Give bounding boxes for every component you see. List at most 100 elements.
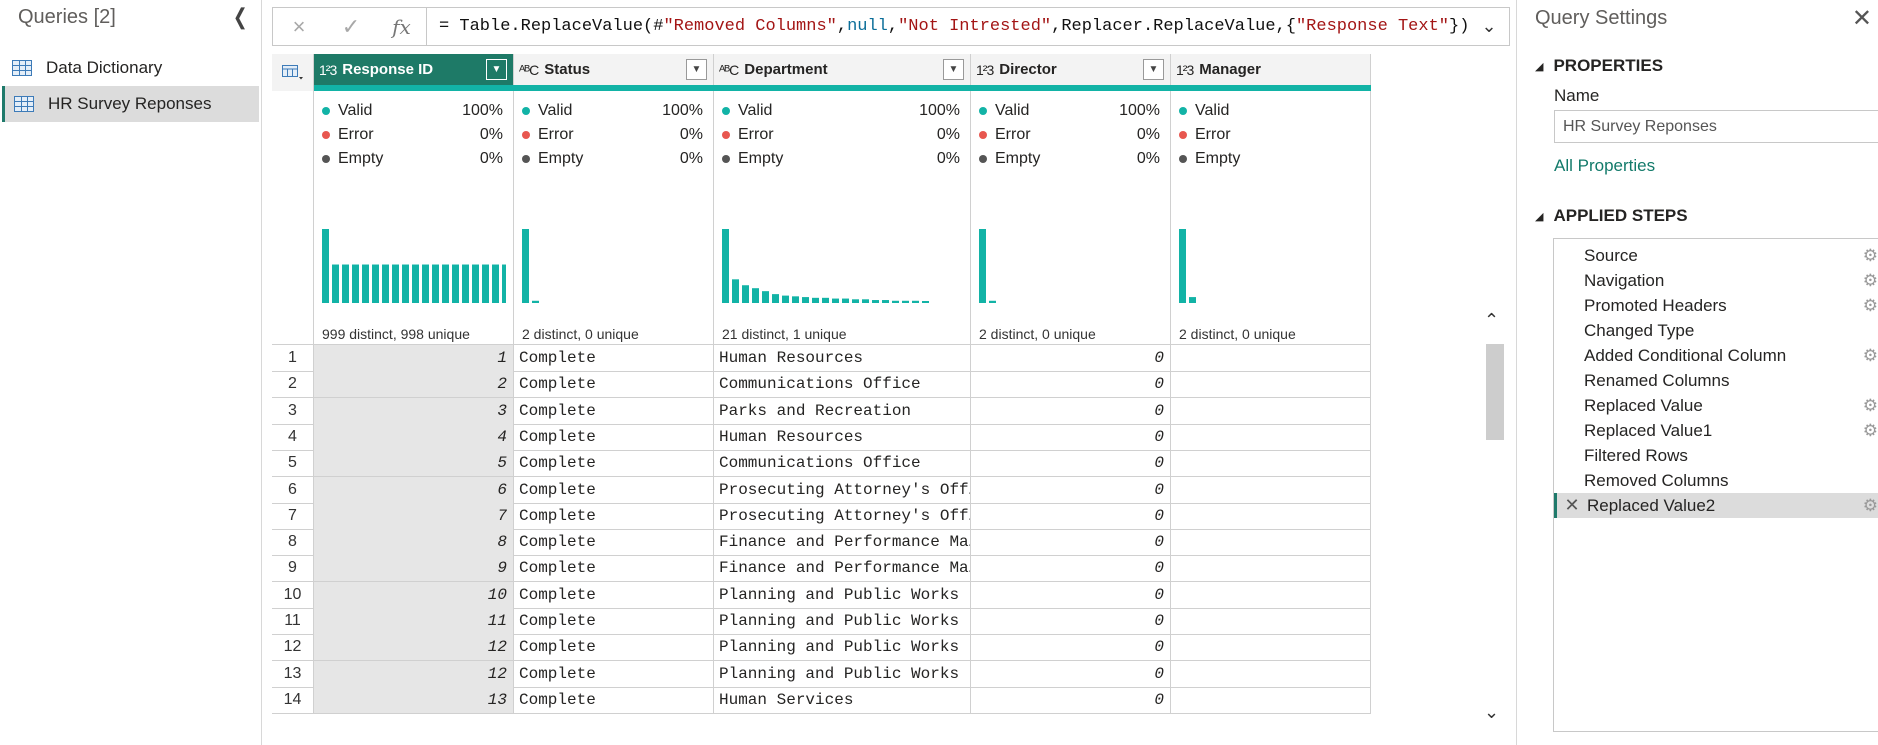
cell-response-id[interactable]: 12 [314, 634, 514, 662]
cell-department[interactable]: Prosecuting Attorney's Off… [714, 476, 971, 504]
column-type-icon[interactable]: ᴬᴮC [519, 62, 539, 78]
cell-response-id[interactable]: 10 [314, 581, 514, 609]
scroll-down-icon[interactable]: ⌄ [1484, 702, 1499, 723]
applied-step[interactable]: Removed Columns [1554, 468, 1878, 493]
cell-manager[interactable] [1171, 581, 1371, 609]
cell-status[interactable]: Complete [514, 450, 714, 478]
collapse-chevron-icon[interactable]: ❮ [232, 4, 247, 30]
gear-icon[interactable]: ⚙ [1863, 396, 1878, 416]
vertical-scrollbar[interactable]: ⌃ ⌄ [1480, 310, 1508, 724]
scroll-thumb[interactable] [1486, 344, 1504, 440]
cell-status[interactable]: Complete [514, 634, 714, 662]
cell-director[interactable]: 0 [971, 450, 1171, 478]
applied-step[interactable]: Replaced Value1 ⚙ [1554, 418, 1878, 443]
delete-step-icon[interactable]: ✕ [1557, 495, 1587, 516]
cell-response-id[interactable]: 11 [314, 608, 514, 635]
table-row[interactable]: 6 6 Complete Prosecuting Attorney's Off… 0 [272, 476, 1510, 504]
cell-status[interactable]: Complete [514, 502, 714, 530]
row-number[interactable]: 3 [272, 397, 314, 425]
cell-manager[interactable] [1171, 660, 1371, 688]
cell-department[interactable]: Human Services [714, 686, 971, 714]
cell-director[interactable]: 0 [971, 529, 1171, 557]
table-row[interactable]: 2 2 Complete Communications Office 0 [272, 371, 1510, 399]
row-number[interactable]: 1 [272, 345, 314, 372]
cell-status[interactable]: Complete [514, 660, 714, 688]
column-type-icon[interactable]: ᴬᴮC [719, 62, 739, 78]
gear-icon[interactable]: ⚙ [1863, 346, 1878, 366]
cell-director[interactable]: 0 [971, 581, 1171, 609]
cell-director[interactable]: 0 [971, 345, 1171, 372]
cell-status[interactable]: Complete [514, 529, 714, 557]
cell-department[interactable]: Communications Office [714, 371, 971, 399]
applied-step[interactable]: Promoted Headers ⚙ [1554, 293, 1878, 318]
cell-response-id[interactable]: 1 [314, 345, 514, 372]
scroll-up-icon[interactable]: ⌃ [1484, 310, 1499, 331]
cell-department[interactable]: Planning and Public Works [714, 660, 971, 688]
gear-icon[interactable]: ⚙ [1863, 296, 1878, 316]
cell-response-id[interactable]: 3 [314, 397, 514, 425]
table-row[interactable]: 11 11 Complete Planning and Public Works 0 [272, 608, 1510, 635]
cell-director[interactable]: 0 [971, 371, 1171, 399]
row-number[interactable]: 9 [272, 555, 314, 583]
cell-manager[interactable] [1171, 476, 1371, 504]
cell-response-id[interactable]: 8 [314, 529, 514, 557]
cell-department[interactable]: Planning and Public Works [714, 608, 971, 635]
cancel-icon[interactable]: × [273, 8, 325, 45]
cell-manager[interactable] [1171, 450, 1371, 478]
cell-response-id[interactable]: 13 [314, 686, 514, 714]
cell-response-id[interactable]: 2 [314, 371, 514, 399]
query-name-input[interactable] [1554, 110, 1878, 143]
cell-department[interactable]: Finance and Performance Ma… [714, 529, 971, 557]
cell-status[interactable]: Complete [514, 423, 714, 451]
cell-department[interactable]: Parks and Recreation [714, 397, 971, 425]
cell-director[interactable]: 0 [971, 476, 1171, 504]
cell-response-id[interactable]: 4 [314, 423, 514, 451]
cell-manager[interactable] [1171, 345, 1371, 372]
row-number[interactable]: 10 [272, 581, 314, 609]
row-number[interactable]: 5 [272, 450, 314, 478]
cell-department[interactable]: Planning and Public Works [714, 634, 971, 662]
cell-response-id[interactable]: 6 [314, 476, 514, 504]
cell-director[interactable]: 0 [971, 502, 1171, 530]
column-filter-dropdown-icon[interactable]: ▼ [943, 59, 964, 80]
column-filter-dropdown-icon[interactable]: ▼ [1143, 59, 1164, 80]
cell-director[interactable]: 0 [971, 423, 1171, 451]
cell-director[interactable]: 0 [971, 608, 1171, 635]
row-number[interactable]: 2 [272, 371, 314, 399]
table-row[interactable]: 10 10 Complete Planning and Public Works 0 [272, 581, 1510, 609]
cell-status[interactable]: Complete [514, 608, 714, 635]
column-header[interactable]: ᴬᴮC Department ▼ [714, 54, 971, 85]
all-properties-link[interactable]: All Properties [1554, 156, 1655, 176]
gear-icon[interactable]: ⚙ [1863, 271, 1878, 291]
row-number[interactable]: 12 [272, 634, 314, 662]
column-header[interactable]: ᴬᴮC Status ▼ [514, 54, 714, 85]
cell-status[interactable]: Complete [514, 371, 714, 399]
cell-manager[interactable] [1171, 397, 1371, 425]
confirm-icon[interactable]: ✓ [325, 8, 377, 45]
table-row[interactable]: 8 8 Complete Finance and Performance Ma… 0 [272, 529, 1510, 557]
cell-director[interactable]: 0 [971, 397, 1171, 425]
cell-director[interactable]: 0 [971, 660, 1171, 688]
cell-manager[interactable] [1171, 686, 1371, 714]
table-row[interactable]: 14 13 Complete Human Services 0 [272, 686, 1510, 714]
row-number[interactable]: 8 [272, 529, 314, 557]
applied-step[interactable]: Navigation ⚙ [1554, 268, 1878, 293]
column-filter-dropdown-icon[interactable]: ▼ [686, 59, 707, 80]
table-row[interactable]: 9 9 Complete Finance and Performance Ma… 0 [272, 555, 1510, 583]
row-number[interactable]: 7 [272, 502, 314, 530]
cell-manager[interactable] [1171, 371, 1371, 399]
table-row[interactable]: 5 5 Complete Communications Office 0 [272, 450, 1510, 478]
table-menu-icon[interactable] [272, 54, 314, 91]
column-type-icon[interactable]: 1²3 [976, 62, 994, 78]
table-row[interactable]: 1 1 Complete Human Resources 0 [272, 345, 1510, 372]
applied-step[interactable]: Added Conditional Column ⚙ [1554, 343, 1878, 368]
cell-department[interactable]: Prosecuting Attorney's Off… [714, 502, 971, 530]
applied-step[interactable]: Renamed Columns [1554, 368, 1878, 393]
row-number[interactable]: 6 [272, 476, 314, 504]
cell-status[interactable]: Complete [514, 555, 714, 583]
cell-response-id[interactable]: 12 [314, 660, 514, 688]
properties-section-header[interactable]: ◢ PROPERTIES [1535, 56, 1663, 76]
row-number[interactable]: 11 [272, 608, 314, 635]
applied-step[interactable]: ✕ Replaced Value2 ⚙ [1554, 493, 1878, 518]
query-item[interactable]: HR Survey Reponses [2, 86, 259, 122]
